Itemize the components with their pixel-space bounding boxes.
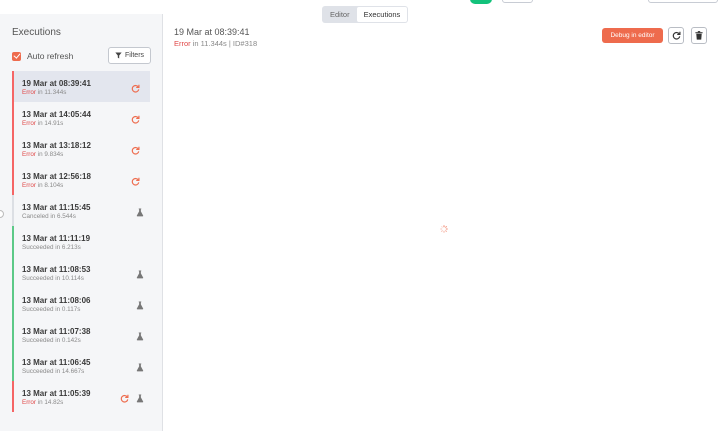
execution-item-time: 13 Mar at 11:08:53 <box>22 265 91 274</box>
execution-item-duration: in 14.82s <box>36 399 64 406</box>
retry-icon[interactable] <box>120 390 129 403</box>
auto-refresh[interactable]: Auto refresh <box>12 51 73 61</box>
execution-list-item[interactable]: 13 Mar at 11:08:53 Succeeded in 10.114s <box>12 257 150 288</box>
execution-item-status-label: Succeeded <box>22 337 54 344</box>
filter-icon <box>115 52 122 59</box>
execution-list-item[interactable]: 19 Mar at 08:39:41 Error in 11.344s <box>12 71 150 102</box>
execution-item-duration: in 6.544s <box>48 213 76 220</box>
execution-item-status: Error in 14.91s <box>22 120 63 127</box>
execution-item-status-label: Succeeded <box>22 306 54 313</box>
execution-item-status-label: Error <box>22 120 36 127</box>
execution-item-status-label: Error <box>22 182 36 189</box>
execution-list-item[interactable]: 13 Mar at 11:08:06 Succeeded in 0.117s <box>12 288 150 319</box>
flask-icon <box>136 297 144 310</box>
execution-item-status-label: Succeeded <box>22 368 54 375</box>
execution-item-time: 13 Mar at 11:11:19 <box>22 234 91 243</box>
execution-item-time: 13 Mar at 11:07:38 <box>22 327 91 336</box>
execution-item-status: Error in 9.834s <box>22 151 63 158</box>
filters-button[interactable]: Filters <box>108 47 151 64</box>
execution-item-time: 13 Mar at 11:08:06 <box>22 296 91 305</box>
execution-list-item[interactable]: 13 Mar at 13:18:12 Error in 9.834s <box>12 133 150 164</box>
retry-icon <box>672 31 681 40</box>
auto-refresh-checkbox[interactable] <box>12 51 21 61</box>
execution-item-time: 13 Mar at 14:05:44 <box>22 110 91 119</box>
tab-executions[interactable]: Executions <box>356 7 408 22</box>
execution-item-time: 13 Mar at 12:56:18 <box>22 172 91 181</box>
sidebar-title: Executions <box>12 27 61 38</box>
execution-status-label: Error <box>174 39 191 48</box>
execution-item-status-label: Error <box>22 89 36 96</box>
tab-editor[interactable]: Editor <box>323 7 357 22</box>
execution-item-duration: in 10.114s <box>53 275 84 282</box>
flask-icon <box>136 359 144 372</box>
execution-list-item[interactable]: 13 Mar at 14:05:44 Error in 14.91s <box>12 102 150 133</box>
trash-icon <box>695 31 703 40</box>
execution-item-status: Succeeded in 0.142s <box>22 337 81 344</box>
loading-spinner-icon <box>440 225 448 233</box>
resize-handle[interactable] <box>0 210 4 218</box>
execution-item-duration: in 6.213s <box>53 244 81 251</box>
flask-icon <box>136 328 144 341</box>
executions-list: 19 Mar at 08:39:41 Error in 11.344s 13 Mar… <box>12 71 150 412</box>
execution-detail: in 11.344s | ID#318 <box>190 39 258 48</box>
execution-item-status: Succeeded in 10.114s <box>22 275 84 282</box>
execution-item-time: 13 Mar at 11:06:45 <box>22 358 91 367</box>
execution-item-status-label: Error <box>22 399 36 406</box>
execution-item-time: 13 Mar at 11:05:39 <box>22 389 91 398</box>
view-tabs: Editor Executions <box>322 6 409 23</box>
execution-item-status: Canceled in 6.544s <box>22 213 76 220</box>
execution-item-duration: in 0.117s <box>53 306 81 313</box>
execution-item-duration: in 0.142s <box>53 337 81 344</box>
execution-time: 19 Mar at 08:39:41 <box>174 27 250 37</box>
active-toggle[interactable] <box>470 0 492 4</box>
execution-item-duration: in 8.104s <box>36 182 64 189</box>
execution-item-status: Error in 14.82s <box>22 399 63 406</box>
execution-item-duration: in 9.834s <box>36 151 64 158</box>
execution-item-status: Succeeded in 14.667s <box>22 368 84 375</box>
debug-in-editor-button[interactable]: Debug in editor <box>602 28 663 43</box>
flask-icon <box>136 266 144 279</box>
execution-list-item[interactable]: 13 Mar at 11:06:45 Succeeded in 14.667s <box>12 350 150 381</box>
retry-icon[interactable] <box>131 142 140 155</box>
retry-button[interactable] <box>668 27 684 44</box>
retry-icon[interactable] <box>131 80 140 93</box>
executions-sidebar: Executions Auto refresh Filters 19 Mar a… <box>0 14 163 431</box>
share-button[interactable] <box>502 0 533 3</box>
execution-item-status: Succeeded in 6.213s <box>22 244 81 251</box>
execution-list-item[interactable]: 13 Mar at 11:07:38 Succeeded in 0.142s <box>12 319 150 350</box>
auto-refresh-label: Auto refresh <box>27 51 74 61</box>
execution-item-time: 19 Mar at 08:39:41 <box>22 79 91 88</box>
execution-item-status-label: Succeeded <box>22 275 54 282</box>
execution-item-duration: in 14.91s <box>36 120 64 127</box>
execution-item-time: 13 Mar at 11:15:45 <box>22 203 91 212</box>
execution-item-duration: in 14.667s <box>53 368 85 375</box>
execution-status: Error in 11.344s | ID#318 <box>174 39 257 48</box>
execution-item-duration: in 11.344s <box>36 89 67 96</box>
retry-icon[interactable] <box>131 173 140 186</box>
execution-item-status: Error in 8.104s <box>22 182 63 189</box>
execution-list-item[interactable]: 13 Mar at 12:56:18 Error in 8.104s <box>12 164 150 195</box>
retry-icon[interactable] <box>131 111 140 124</box>
execution-item-status-label: Canceled <box>22 213 49 220</box>
execution-list-item[interactable]: 13 Mar at 11:05:39 Error in 14.82s <box>12 381 150 412</box>
execution-item-status: Succeeded in 0.117s <box>22 306 80 313</box>
execution-item-status-label: Succeeded <box>22 244 54 251</box>
delete-button[interactable] <box>691 27 707 44</box>
execution-item-time: 13 Mar at 13:18:12 <box>22 141 91 150</box>
execution-item-status-label: Error <box>22 151 36 158</box>
filters-label: Filters <box>124 52 145 59</box>
header-actions[interactable] <box>648 0 718 3</box>
execution-list-item[interactable]: 13 Mar at 11:15:45 Canceled in 6.544s <box>12 195 150 226</box>
flask-icon <box>136 390 144 403</box>
flask-icon <box>136 204 144 217</box>
execution-list-item[interactable]: 13 Mar at 11:11:19 Succeeded in 6.213s <box>12 226 150 257</box>
execution-item-status: Error in 11.344s <box>22 89 66 96</box>
